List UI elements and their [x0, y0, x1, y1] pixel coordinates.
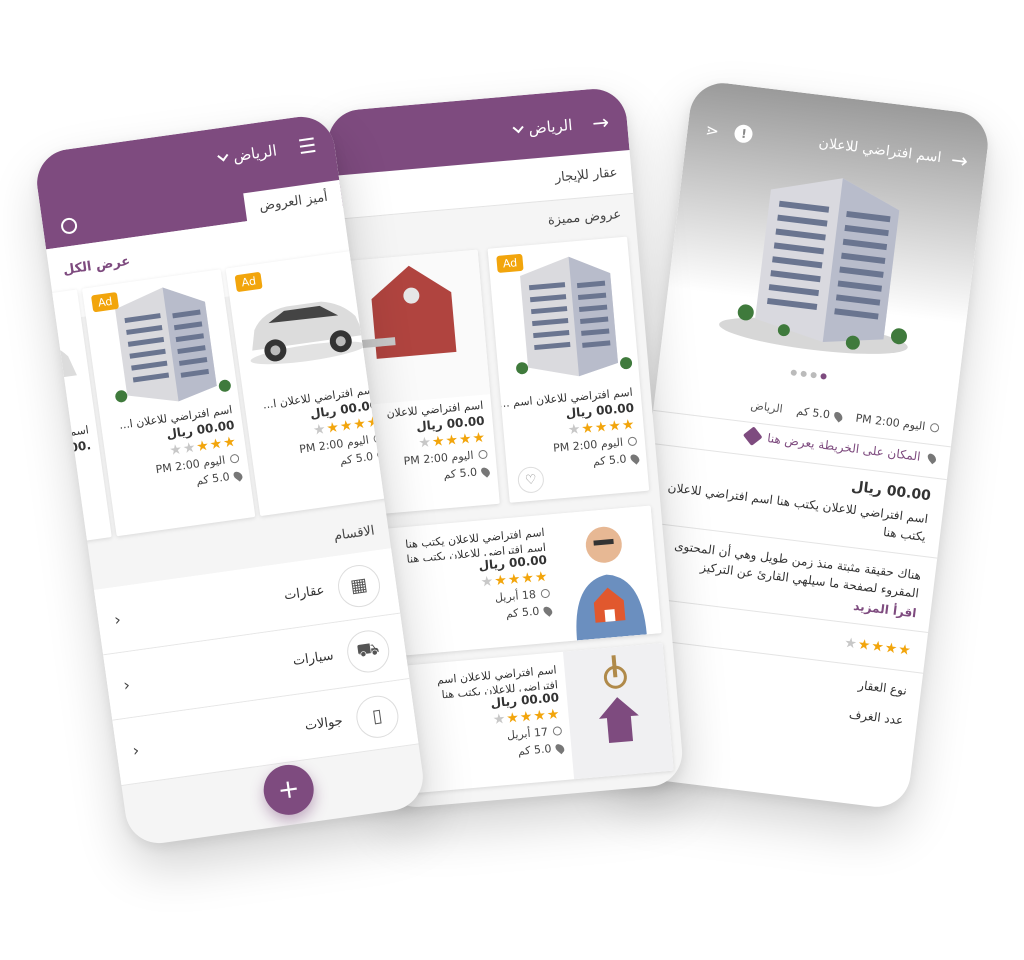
phone-icon: ▯	[353, 692, 402, 741]
list-item[interactable]: اسم افتراضي للاعلان يكتب هنا اسم افتراضي…	[381, 505, 662, 657]
city-selector[interactable]: الرياض	[512, 115, 574, 139]
list-item[interactable]: اسم افتراضي للاعلان اسم افتراضي للاعلان …	[393, 643, 674, 795]
category-label: سيارات	[291, 648, 335, 669]
man-house-image	[550, 505, 662, 642]
location-icon	[628, 452, 641, 465]
ad-badge: Ad	[496, 253, 524, 273]
location-icon	[231, 469, 245, 482]
chevron-left-icon: ‹	[131, 740, 141, 761]
card-distance: 5.0 كم	[195, 470, 231, 488]
list-item-date: 18 أبريل	[494, 587, 537, 605]
card-price: .00	[68, 438, 92, 455]
list-item-date: 17 أبريل	[506, 725, 549, 742]
back-arrow-icon[interactable]: →	[591, 110, 610, 135]
location-icon	[541, 604, 554, 617]
category-label: جوالات	[303, 713, 344, 734]
featured-card[interactable]: Ad اسم افتراضي للاعلان اسم ... 00.00 ريا…	[487, 236, 650, 503]
list-item-distance: 5.0 كم	[517, 742, 552, 759]
location-icon	[832, 409, 845, 423]
back-arrow-icon[interactable]: →	[950, 147, 970, 173]
card-distance: 5.0 كم	[592, 452, 627, 469]
clock-icon	[929, 422, 940, 433]
detail-time: اليوم 2:00 PM	[854, 411, 926, 434]
add-ad-button[interactable]: +	[260, 761, 317, 819]
menu-icon[interactable]: ☰	[297, 133, 318, 159]
clock-icon	[552, 726, 563, 736]
building-icon: ▦	[335, 561, 383, 610]
clock-icon	[627, 436, 638, 447]
card-distance: 5.0 كم	[442, 465, 478, 482]
card-distance: 5.0 كم	[338, 449, 375, 468]
search-icon[interactable]	[60, 216, 79, 235]
featured-card[interactable]: Ad اسم افتراضي للاعلان ا... 00.00 ريال ★…	[81, 269, 256, 537]
share-icon[interactable]: ⋖	[705, 120, 721, 140]
report-icon[interactable]: !	[733, 123, 754, 144]
chevron-left-icon: ‹	[122, 675, 132, 695]
city-label: الرياض	[527, 115, 574, 138]
detail-distance: 5.0 كم	[795, 404, 831, 422]
car-icon: ⛟	[344, 627, 392, 675]
clock-icon	[229, 453, 240, 464]
chevron-down-icon	[217, 150, 229, 162]
building-image	[115, 287, 231, 403]
clock-icon	[478, 449, 488, 460]
detail-hero: → اسم افتراضي للاعلان ! ⋖	[657, 79, 992, 414]
categories-list: ▦ عقارات ‹ ⛟ سيارات ‹ ▯ جوالات ‹	[93, 548, 419, 787]
view-all-link[interactable]: عرض الكل	[62, 254, 131, 278]
app-showcase: → اسم افتراضي للاعلان ! ⋖ اليوم 2:00 PM …	[0, 0, 1024, 960]
detail-city: الرياض	[749, 398, 784, 416]
map-pin-icon	[926, 452, 938, 465]
category-label: عقارات	[283, 583, 326, 604]
building-image	[719, 178, 908, 354]
city-selector[interactable]: الرياض	[217, 141, 278, 167]
ad-badge: Ad	[234, 271, 264, 293]
chevron-left-icon: ‹	[113, 609, 123, 630]
list-item-distance: 5.0 كم	[505, 604, 540, 621]
chevron-down-icon	[512, 121, 525, 134]
city-label: الرياض	[231, 141, 278, 166]
location-icon	[553, 741, 566, 754]
location-icon	[479, 465, 492, 478]
categories-title: الاقسام	[332, 523, 376, 544]
clock-icon	[540, 588, 551, 599]
ad-badge: Ad	[90, 291, 120, 313]
directions-icon	[742, 426, 763, 446]
key-image	[562, 643, 674, 780]
